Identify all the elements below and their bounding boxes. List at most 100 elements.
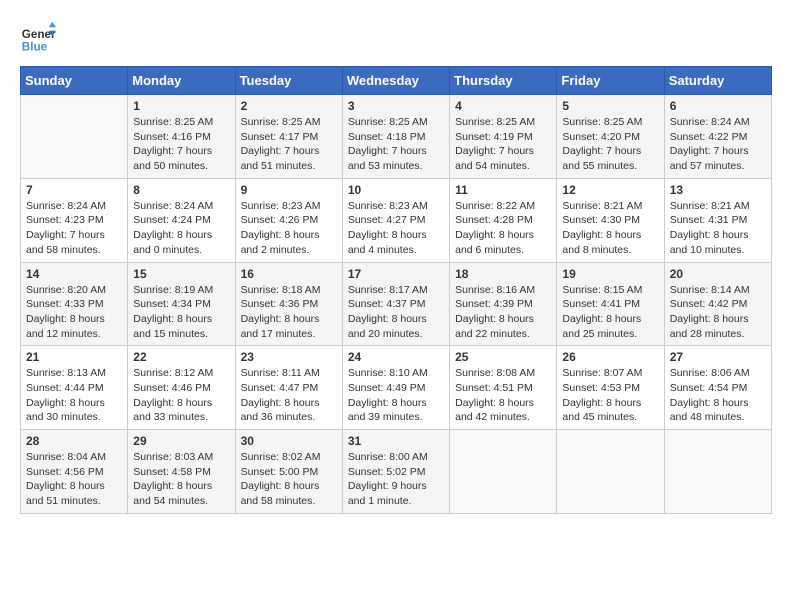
calendar-cell: 20 Sunrise: 8:14 AMSunset: 4:42 PMDayligh… [664,262,771,346]
weekday-header-row: SundayMondayTuesdayWednesdayThursdayFrid… [21,67,772,95]
day-number: 1 [133,99,229,113]
day-number: 22 [133,350,229,364]
header: General Blue [20,20,772,56]
weekday-header-monday: Monday [128,67,235,95]
calendar-cell: 18 Sunrise: 8:16 AMSunset: 4:39 PMDayligh… [450,262,557,346]
weekday-header-friday: Friday [557,67,664,95]
weekday-header-thursday: Thursday [450,67,557,95]
calendar-week-row: 7Sunrise: 8:24 AMSunset: 4:23 PMDaylight… [21,178,772,262]
calendar-week-row: 1 Sunrise: 8:25 AMSunset: 4:16 PMDaylight… [21,95,772,179]
svg-text:General: General [22,28,56,41]
day-info: Sunrise: 8:08 AMSunset: 4:51 PMDaylight:… [455,366,551,425]
day-number: 16 [241,267,337,281]
day-info: Sunrise: 8:11 AMSunset: 4:47 PMDaylight:… [241,366,337,425]
day-info: Sunrise: 8:15 AMSunset: 4:41 PMDaylight:… [562,283,658,342]
calendar-cell: 13 Sunrise: 8:21 AMSunset: 4:31 PMDayligh… [664,178,771,262]
calendar-cell: 2Sunrise: 8:25 AMSunset: 4:17 PMDaylight… [235,95,342,179]
calendar-cell [664,430,771,514]
svg-text:Blue: Blue [22,41,48,54]
calendar-week-row: 14 Sunrise: 8:20 AMSunset: 4:33 PMDayligh… [21,262,772,346]
calendar-cell [450,430,557,514]
calendar-cell: 6 Sunrise: 8:24 AMSunset: 4:22 PMDaylight… [664,95,771,179]
day-info: Sunrise: 8:03 AMSunset: 4:58 PMDaylight:… [133,450,229,509]
weekday-header-saturday: Saturday [664,67,771,95]
day-info: Sunrise: 8:18 AMSunset: 4:36 PMDaylight:… [241,283,337,342]
day-info: Sunrise: 8:16 AMSunset: 4:39 PMDaylight:… [455,283,551,342]
day-info: Sunrise: 8:04 AMSunset: 4:56 PMDaylight:… [26,450,122,509]
day-number: 7 [26,183,122,197]
calendar-cell: 10Sunrise: 8:23 AMSunset: 4:27 PMDayligh… [342,178,449,262]
calendar-cell: 24 Sunrise: 8:10 AMSunset: 4:49 PMDayligh… [342,346,449,430]
day-number: 20 [670,267,766,281]
logo: General Blue [20,20,60,56]
calendar-cell: 25 Sunrise: 8:08 AMSunset: 4:51 PMDayligh… [450,346,557,430]
day-info: Sunrise: 8:21 AMSunset: 4:31 PMDaylight:… [670,199,766,258]
calendar-cell: 8 Sunrise: 8:24 AMSunset: 4:24 PMDaylight… [128,178,235,262]
day-info: Sunrise: 8:19 AMSunset: 4:34 PMDaylight:… [133,283,229,342]
logo-icon: General Blue [20,20,56,56]
day-number: 5 [562,99,658,113]
day-number: 29 [133,434,229,448]
day-info: Sunrise: 8:20 AMSunset: 4:33 PMDaylight:… [26,283,122,342]
calendar-cell [21,95,128,179]
day-info: Sunrise: 8:10 AMSunset: 4:49 PMDaylight:… [348,366,444,425]
day-info: Sunrise: 8:25 AMSunset: 4:19 PMDaylight:… [455,115,551,174]
day-number: 18 [455,267,551,281]
calendar-week-row: 21 Sunrise: 8:13 AMSunset: 4:44 PMDayligh… [21,346,772,430]
calendar-table: SundayMondayTuesdayWednesdayThursdayFrid… [20,66,772,514]
calendar-cell: 27Sunrise: 8:06 AMSunset: 4:54 PMDayligh… [664,346,771,430]
day-number: 4 [455,99,551,113]
calendar-cell: 4 Sunrise: 8:25 AMSunset: 4:19 PMDaylight… [450,95,557,179]
calendar-cell: 5 Sunrise: 8:25 AMSunset: 4:20 PMDaylight… [557,95,664,179]
calendar-week-row: 28 Sunrise: 8:04 AMSunset: 4:56 PMDayligh… [21,430,772,514]
calendar-cell: 11Sunrise: 8:22 AMSunset: 4:28 PMDayligh… [450,178,557,262]
calendar-cell: 3Sunrise: 8:25 AMSunset: 4:18 PMDaylight… [342,95,449,179]
day-info: Sunrise: 8:25 AMSunset: 4:17 PMDaylight:… [241,115,337,174]
day-info: Sunrise: 8:00 AMSunset: 5:02 PMDaylight:… [348,450,444,509]
calendar-cell: 7Sunrise: 8:24 AMSunset: 4:23 PMDaylight… [21,178,128,262]
calendar-cell: 19 Sunrise: 8:15 AMSunset: 4:41 PMDayligh… [557,262,664,346]
day-info: Sunrise: 8:25 AMSunset: 4:20 PMDaylight:… [562,115,658,174]
calendar-cell: 26Sunrise: 8:07 AMSunset: 4:53 PMDayligh… [557,346,664,430]
day-info: Sunrise: 8:25 AMSunset: 4:16 PMDaylight:… [133,115,229,174]
day-info: Sunrise: 8:25 AMSunset: 4:18 PMDaylight:… [348,115,444,174]
day-info: Sunrise: 8:14 AMSunset: 4:42 PMDaylight:… [670,283,766,342]
calendar-cell: 1 Sunrise: 8:25 AMSunset: 4:16 PMDaylight… [128,95,235,179]
calendar-cell: 12Sunrise: 8:21 AMSunset: 4:30 PMDayligh… [557,178,664,262]
calendar-cell: 21 Sunrise: 8:13 AMSunset: 4:44 PMDayligh… [21,346,128,430]
calendar-cell: 22 Sunrise: 8:12 AMSunset: 4:46 PMDayligh… [128,346,235,430]
day-info: Sunrise: 8:24 AMSunset: 4:22 PMDaylight:… [670,115,766,174]
calendar-cell: 23 Sunrise: 8:11 AMSunset: 4:47 PMDayligh… [235,346,342,430]
day-info: Sunrise: 8:22 AMSunset: 4:28 PMDaylight:… [455,199,551,258]
calendar-cell: 14 Sunrise: 8:20 AMSunset: 4:33 PMDayligh… [21,262,128,346]
day-number: 19 [562,267,658,281]
day-number: 21 [26,350,122,364]
day-number: 15 [133,267,229,281]
day-number: 31 [348,434,444,448]
day-number: 6 [670,99,766,113]
day-info: Sunrise: 8:23 AMSunset: 4:26 PMDaylight:… [241,199,337,258]
calendar-cell: 15 Sunrise: 8:19 AMSunset: 4:34 PMDayligh… [128,262,235,346]
day-info: Sunrise: 8:07 AMSunset: 4:53 PMDaylight:… [562,366,658,425]
calendar-cell: 30 Sunrise: 8:02 AMSunset: 5:00 PMDayligh… [235,430,342,514]
day-info: Sunrise: 8:24 AMSunset: 4:24 PMDaylight:… [133,199,229,258]
day-number: 8 [133,183,229,197]
day-number: 13 [670,183,766,197]
day-info: Sunrise: 8:02 AMSunset: 5:00 PMDaylight:… [241,450,337,509]
weekday-header-wednesday: Wednesday [342,67,449,95]
day-info: Sunrise: 8:13 AMSunset: 4:44 PMDaylight:… [26,366,122,425]
day-number: 9 [241,183,337,197]
day-number: 14 [26,267,122,281]
day-number: 24 [348,350,444,364]
weekday-header-sunday: Sunday [21,67,128,95]
day-info: Sunrise: 8:17 AMSunset: 4:37 PMDaylight:… [348,283,444,342]
day-number: 17 [348,267,444,281]
day-number: 12 [562,183,658,197]
calendar-cell: 28 Sunrise: 8:04 AMSunset: 4:56 PMDayligh… [21,430,128,514]
day-number: 28 [26,434,122,448]
day-info: Sunrise: 8:12 AMSunset: 4:46 PMDaylight:… [133,366,229,425]
day-number: 30 [241,434,337,448]
day-number: 25 [455,350,551,364]
calendar-cell: 9 Sunrise: 8:23 AMSunset: 4:26 PMDaylight… [235,178,342,262]
day-number: 23 [241,350,337,364]
